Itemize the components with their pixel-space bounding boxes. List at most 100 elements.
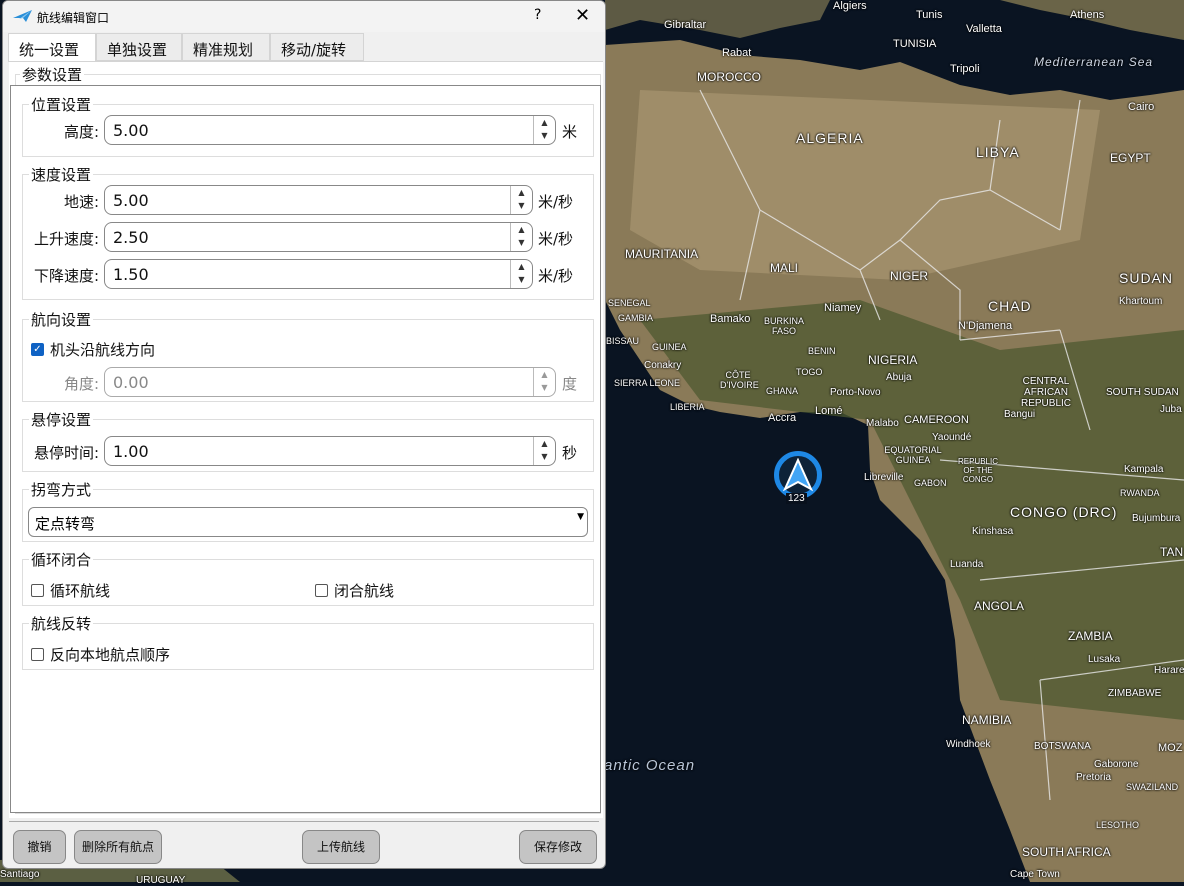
tab-uniform-settings[interactable]: 统一设置 bbox=[8, 33, 96, 62]
map-label: SIERRA LEONE bbox=[614, 378, 681, 388]
checkbox-icon[interactable] bbox=[31, 584, 44, 597]
tab-individual-settings[interactable]: 单独设置 bbox=[96, 33, 182, 61]
hover-time-value: 1.00 bbox=[113, 442, 149, 461]
spin-arrows-icon[interactable]: ▲ ▼ bbox=[533, 116, 555, 144]
waypoint-marker[interactable] bbox=[774, 451, 822, 499]
close-route-checkbox[interactable]: 闭合航线 bbox=[315, 580, 394, 601]
map-label: REPUBLIC OF THE CONGO bbox=[957, 457, 998, 484]
tab-move-rotate[interactable]: 移动/旋转 bbox=[270, 33, 364, 61]
ground-speed-label: 地速: bbox=[63, 193, 99, 211]
checkbox-label: 闭合航线 bbox=[334, 582, 395, 600]
spin-arrows-icon[interactable]: ▲ ▼ bbox=[510, 186, 532, 214]
ascend-speed-spinbox[interactable]: 2.50 ▲ ▼ bbox=[104, 222, 533, 252]
delete-all-waypoints-button[interactable]: 删除所有航点 bbox=[74, 830, 162, 864]
map-label: Kampala bbox=[1124, 464, 1164, 475]
map-label: Lusaka bbox=[1088, 654, 1121, 665]
map-label: CÔTE D'IVOIRE bbox=[720, 370, 759, 390]
spin-arrows-icon[interactable]: ▲ ▼ bbox=[510, 223, 532, 251]
ground-speed-spinbox[interactable]: 5.00 ▲ ▼ bbox=[104, 185, 533, 215]
map-label: BOTSWANA bbox=[1034, 741, 1091, 752]
group-title: 速度设置 bbox=[29, 164, 94, 185]
reverse-waypoints-checkbox[interactable]: 反向本地航点顺序 bbox=[31, 644, 170, 665]
map-label: GABON bbox=[914, 478, 947, 488]
heading-follow-checkbox[interactable]: ✓ 机头沿航线方向 bbox=[31, 339, 155, 360]
tab-precise-planning[interactable]: 精准规划 bbox=[182, 33, 270, 61]
map-label: Algiers bbox=[833, 0, 867, 12]
map-label: GHANA bbox=[766, 386, 799, 396]
help-button[interactable]: ? bbox=[534, 7, 541, 23]
params-scroll-area: 位置设置 高度: 5.00 ▲ ▼ 米 速度设置 地速: 5.00 ▲ ▼ 米/秒 上升… bbox=[10, 85, 601, 813]
angle-spinbox[interactable]: 0.00 ▲ ▼ bbox=[104, 367, 556, 397]
spin-arrows-icon[interactable]: ▲ ▼ bbox=[533, 368, 555, 396]
hover-group: 悬停设置 悬停时间: 1.00 ▲ ▼ 秒 bbox=[22, 409, 594, 472]
reverse-group: 航线反转 反向本地航点顺序 bbox=[22, 613, 594, 670]
group-title: 参数设置 bbox=[20, 64, 85, 85]
hover-time-label: 悬停时间: bbox=[33, 444, 99, 462]
map-label: TOGO bbox=[796, 367, 823, 377]
speed-unit: 米/秒 bbox=[538, 193, 574, 211]
group-title: 航线反转 bbox=[29, 613, 94, 634]
checkbox-icon[interactable] bbox=[315, 584, 328, 597]
speed-unit: 米/秒 bbox=[538, 267, 574, 285]
map-label: TUNISIA bbox=[893, 38, 937, 50]
map-label: SWAZILAND bbox=[1126, 782, 1179, 792]
map-label: LIBYA bbox=[976, 144, 1020, 160]
altitude-spinbox[interactable]: 5.00 ▲ ▼ bbox=[104, 115, 556, 145]
title-bar[interactable]: 航线编辑窗口 ? ✕ bbox=[3, 1, 605, 32]
altitude-unit: 米 bbox=[562, 123, 578, 141]
waypoint-label: 123 bbox=[786, 493, 807, 504]
map-label: LESOTHO bbox=[1096, 820, 1140, 830]
checkbox-icon[interactable] bbox=[31, 648, 44, 661]
upload-route-button[interactable]: 上传航线 bbox=[302, 830, 380, 864]
speed-unit: 米/秒 bbox=[538, 230, 574, 248]
divider bbox=[9, 821, 599, 822]
map-label: TAN bbox=[1160, 545, 1184, 559]
map-label: NIGER bbox=[890, 269, 929, 283]
map-label: NAMIBIA bbox=[962, 713, 1012, 727]
map-label: ANGOLA bbox=[974, 599, 1025, 613]
map-label: Niamey bbox=[824, 302, 862, 314]
map-label: MOROCCO bbox=[697, 70, 761, 84]
map-label: Gaborone bbox=[1094, 759, 1139, 770]
map-label: RWANDA bbox=[1120, 488, 1160, 498]
map-label: antic Ocean bbox=[604, 757, 696, 774]
spin-arrows-icon[interactable]: ▲ ▼ bbox=[533, 437, 555, 465]
cancel-button[interactable]: 撤销 bbox=[13, 830, 66, 864]
map-label: Rabat bbox=[722, 47, 752, 59]
map-label: CAMEROON bbox=[904, 414, 969, 426]
checkbox-label: 反向本地航点顺序 bbox=[50, 646, 171, 664]
close-button[interactable]: ✕ bbox=[575, 5, 590, 26]
loop-route-checkbox[interactable]: 循环航线 bbox=[31, 580, 110, 601]
altitude-value: 5.00 bbox=[113, 121, 149, 140]
turn-mode-group: 拐弯方式 定点转弯 ▼ bbox=[22, 479, 594, 542]
plane-icon bbox=[13, 10, 32, 22]
map-label: ZIMBABWE bbox=[1108, 688, 1162, 699]
map-label: Bamako bbox=[710, 313, 751, 325]
loop-close-group: 循环闭合 循环航线 闭合航线 bbox=[22, 549, 594, 606]
group-title: 悬停设置 bbox=[29, 409, 94, 430]
angle-value: 0.00 bbox=[113, 373, 149, 392]
map-label: Libreville bbox=[864, 472, 904, 483]
map-label: Harare bbox=[1154, 665, 1184, 676]
altitude-label: 高度: bbox=[63, 123, 99, 141]
ground-speed-value: 5.00 bbox=[113, 191, 149, 210]
turn-mode-select[interactable]: 定点转弯 ▼ bbox=[28, 507, 588, 537]
save-changes-button[interactable]: 保存修改 bbox=[519, 830, 597, 864]
angle-label: 角度: bbox=[63, 375, 99, 393]
navigation-arrow-icon bbox=[783, 458, 813, 492]
map-label: Bujumbura bbox=[1132, 513, 1181, 524]
ascend-speed-value: 2.50 bbox=[113, 228, 149, 247]
map-label: SOUTH SUDAN bbox=[1106, 387, 1179, 398]
speed-group: 速度设置 地速: 5.00 ▲ ▼ 米/秒 上升速度: 2.50 ▲ ▼ 米/秒 下降速… bbox=[22, 164, 594, 300]
map-label: SOUTH AFRICA bbox=[1022, 845, 1111, 859]
map-label: Juba bbox=[1160, 404, 1182, 415]
dropdown-arrow-icon[interactable]: ▼ bbox=[577, 512, 584, 522]
map-label: Mediterranean Sea bbox=[1034, 55, 1154, 69]
spin-arrows-icon[interactable]: ▲ ▼ bbox=[510, 260, 532, 288]
hover-time-spinbox[interactable]: 1.00 ▲ ▼ bbox=[104, 436, 556, 466]
map-label: Accra bbox=[768, 412, 797, 424]
map-label: ZAMBIA bbox=[1068, 629, 1113, 643]
map-label: MALI bbox=[770, 261, 799, 275]
descend-speed-spinbox[interactable]: 1.50 ▲ ▼ bbox=[104, 259, 533, 289]
checkbox-checked-icon[interactable]: ✓ bbox=[31, 343, 44, 356]
